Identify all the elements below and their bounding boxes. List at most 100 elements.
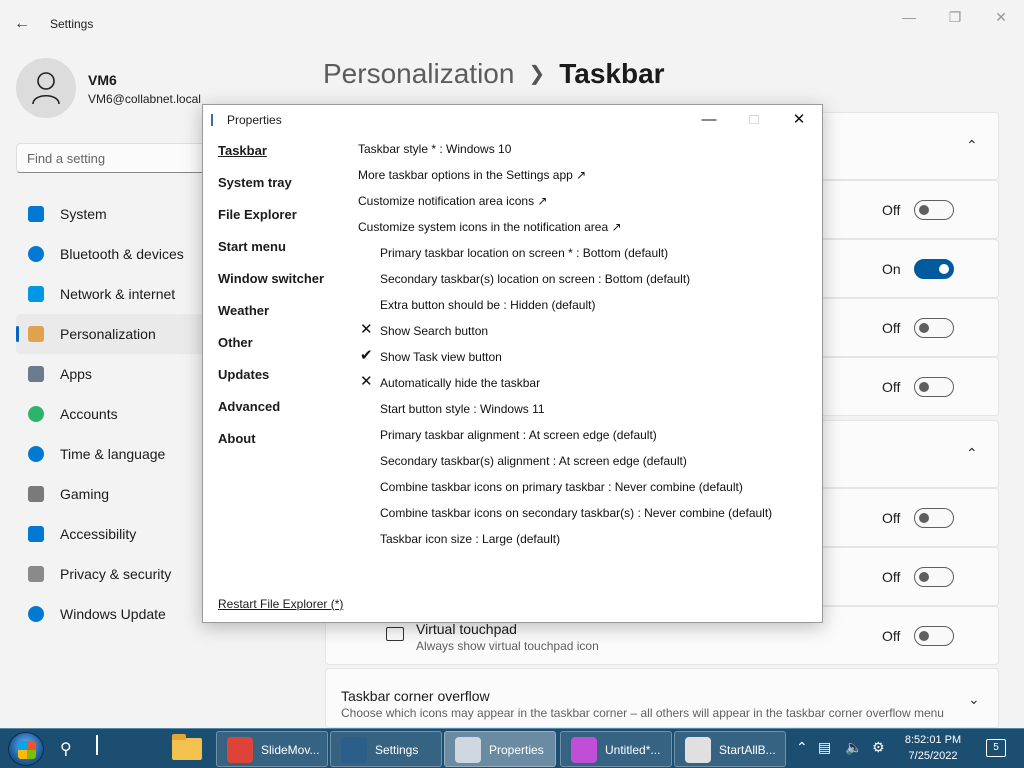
toggle-switch[interactable] [914,318,954,338]
properties-tab-about[interactable]: About [218,431,324,463]
properties-tab-taskbar[interactable]: Taskbar [218,143,324,175]
shield-icon [28,566,44,582]
taskbar-app-button[interactable]: Properties [444,731,556,767]
chevron-up-icon[interactable]: ⌃ [966,445,978,462]
taskbar-app-label: Properties [489,743,544,757]
windows-logo-icon [18,741,36,759]
close-button[interactable]: ✕ [978,6,1024,28]
notification-badge[interactable]: 5 [986,739,1006,757]
properties-tab-system-tray[interactable]: System tray [218,175,324,207]
taskbar-app-button[interactable]: Untitled*... [560,731,672,767]
properties-tab-window-switcher[interactable]: Window switcher [218,271,324,303]
taskbar-app-button[interactable]: Settings [330,731,442,767]
maximize-button[interactable]: ❐ [932,6,978,28]
property-option-label: Primary taskbar alignment : At screen ed… [380,428,657,442]
property-option-label: Start button style : Windows 11 [380,402,545,416]
dialog-maximize-button[interactable]: □ [736,109,772,131]
sidebar-item-label: Bluetooth & devices [60,246,184,262]
paint-icon [571,737,597,763]
property-option-label: More taskbar options in the Settings app… [358,168,587,182]
toggle-switch[interactable] [914,626,954,646]
brush-icon [28,326,44,342]
folder-icon[interactable] [170,734,204,762]
sidebar-item-system[interactable]: System [16,194,206,234]
sidebar-item-label: Privacy & security [60,566,172,582]
chrome-icon [227,737,253,763]
sidebar-item-bluetooth-devices[interactable]: Bluetooth & devices [16,234,206,274]
toggle-switch[interactable] [914,377,954,397]
taskbar-app-button[interactable]: SlideMov... [216,731,328,767]
toggle-state: Off [882,510,901,526]
property-option-label: Automatically hide the taskbar [380,376,541,390]
search-placeholder: Find a setting [27,151,106,166]
property-option-label: Extra button should be : Hidden (default… [380,298,596,312]
sidebar-item-time-language[interactable]: Time & language [16,434,206,474]
sidebar-item-gaming[interactable]: Gaming [16,474,206,514]
user-email: VM6@collabnet.local [88,92,201,106]
chevron-up-icon[interactable]: ⌃ [966,137,978,154]
properties-tab-advanced[interactable]: Advanced [218,399,324,431]
clock[interactable]: 8:52:01 PM 7/25/2022 [900,732,966,764]
property-option-label: Combine taskbar icons on secondary taskb… [380,506,773,520]
dialog-close-button[interactable]: ✕ [781,109,817,131]
person-icon [28,406,44,422]
property-option-label: Taskbar icon size : Large (default) [380,532,561,546]
volume-icon[interactable]: 🔈 [845,739,862,756]
property-option-label: Show Search button [380,324,489,338]
taskbar-app-button[interactable]: StartAllB... [674,731,786,767]
overflow-title: Taskbar corner overflow [341,688,490,704]
sidebar-item-network-internet[interactable]: Network & internet [16,274,206,314]
toggle-switch[interactable] [914,200,954,220]
minimize-button[interactable]: — [886,6,932,28]
cross-icon: ✕ [360,321,373,338]
properties-tab-other[interactable]: Other [218,335,324,367]
property-option-label: Customize notification area icons ↗ [358,194,548,208]
start-button[interactable] [8,732,44,766]
update-icon [28,606,44,622]
properties-tab-file-explorer[interactable]: File Explorer [218,207,324,239]
restart-explorer-link[interactable]: Restart File Explorer (*) [218,597,343,611]
property-option-label: Taskbar style * : Windows 10 [358,142,512,156]
property-option-label: Primary taskbar location on screen * : B… [380,246,669,260]
properties-tab-updates[interactable]: Updates [218,367,324,399]
toggle-switch[interactable] [914,567,954,587]
taskbar-corner-overflow-row[interactable]: Taskbar corner overflow Choose which ico… [325,668,999,728]
network-icon[interactable]: ▤ [818,739,831,756]
wifi-icon [28,286,44,302]
dialog-minimize-button[interactable]: — [691,109,727,131]
avatar [16,58,76,118]
toggle-state: Off [882,379,901,395]
properties-tab-weather[interactable]: Weather [218,303,324,335]
toggle-switch[interactable] [914,508,954,528]
toggle-switch[interactable] [914,259,954,279]
chevron-up-icon[interactable]: ⌃ [796,739,808,756]
sidebar-item-accessibility[interactable]: Accessibility [16,514,206,554]
breadcrumb-parent[interactable]: Personalization [323,58,514,89]
sidebar-item-windows-update[interactable]: Windows Update [16,594,206,634]
tray-settings-icon[interactable]: ⚙ [872,739,885,756]
back-arrow-icon[interactable]: ← [14,14,34,34]
sidebar-item-label: Network & internet [60,286,176,302]
sidebar-item-personalization[interactable]: Personalization [16,314,206,354]
page-title: Taskbar [559,58,665,89]
sidebar-item-apps[interactable]: Apps [16,354,206,394]
sidebar-item-label: Accounts [60,406,118,422]
breadcrumb: Personalization ❯ Taskbar [323,58,665,90]
search-icon[interactable]: ⚲ [60,739,72,759]
properties-tab-start-menu[interactable]: Start menu [218,239,324,271]
taskbar-app-label: StartAllB... [719,743,776,757]
toggle-state: Off [882,569,901,585]
chevron-down-icon[interactable]: ⌄ [968,691,980,708]
search-input[interactable]: Find a setting [16,143,226,173]
properties-dialog: Properties — □ ✕ Taskbar System tray File … [202,104,823,623]
user-name: VM6 [88,72,117,88]
sidebar-nav: System Bluetooth & devices Network & inter… [16,194,206,634]
sidebar-item-privacy-security[interactable]: Privacy & security [16,554,206,594]
sidebar-item-accounts[interactable]: Accounts [16,394,206,434]
taskbar-separator [96,735,98,755]
properties-titlebar: Properties [211,113,282,127]
property-option-label: Show Task view button [380,350,502,364]
cross-icon: ✕ [360,373,373,390]
sidebar-item-label: Personalization [60,326,156,342]
touchpad-subtitle: Always show virtual touchpad icon [416,639,599,653]
